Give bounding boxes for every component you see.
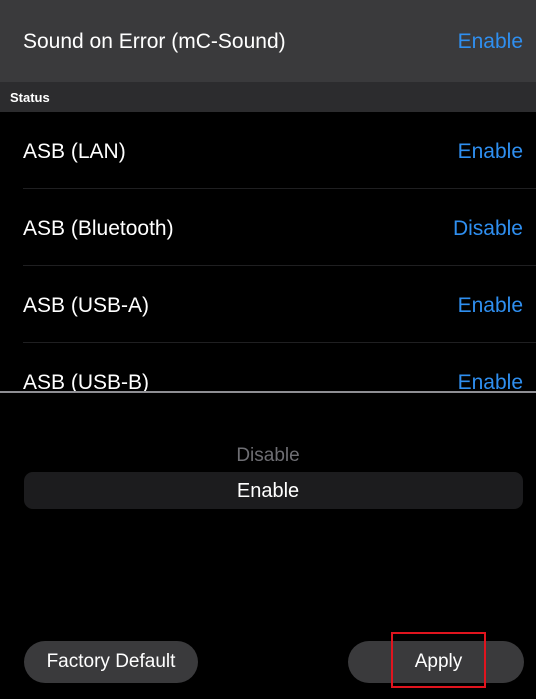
setting-label: ASB (USB-A) <box>23 294 150 317</box>
status-list: ASB (LAN) Enable ASB (Bluetooth) Disable… <box>0 112 536 391</box>
setting-value[interactable]: Disable <box>453 217 523 241</box>
picker-option-enable[interactable]: Enable <box>0 480 536 503</box>
setting-label: ASB (USB-B) <box>23 371 150 391</box>
setting-value[interactable]: Enable <box>458 294 523 318</box>
setting-value[interactable]: Enable <box>458 30 523 54</box>
setting-value[interactable]: Enable <box>458 140 523 164</box>
setting-row-asb-usb-a[interactable]: ASB (USB-A) Enable <box>0 266 536 343</box>
section-header-status: Status <box>0 82 536 112</box>
setting-row-asb-bluetooth[interactable]: ASB (Bluetooth) Disable <box>0 189 536 266</box>
picker-option-disable[interactable]: Disable <box>0 445 536 467</box>
setting-row-sound-on-error[interactable]: Sound on Error (mC-Sound) Enable <box>0 0 536 82</box>
setting-label: Sound on Error (mC-Sound) <box>23 30 286 53</box>
section-header-label: Status <box>10 90 50 105</box>
setting-row-asb-lan[interactable]: ASB (LAN) Enable <box>0 112 536 189</box>
setting-label: ASB (LAN) <box>23 140 126 163</box>
setting-row-asb-usb-b[interactable]: ASB (USB-B) Enable <box>0 343 536 391</box>
factory-default-button[interactable]: Factory Default <box>24 641 198 683</box>
setting-value[interactable]: Enable <box>458 371 523 391</box>
setting-label: ASB (Bluetooth) <box>23 217 174 240</box>
apply-button[interactable]: Apply <box>391 641 486 683</box>
